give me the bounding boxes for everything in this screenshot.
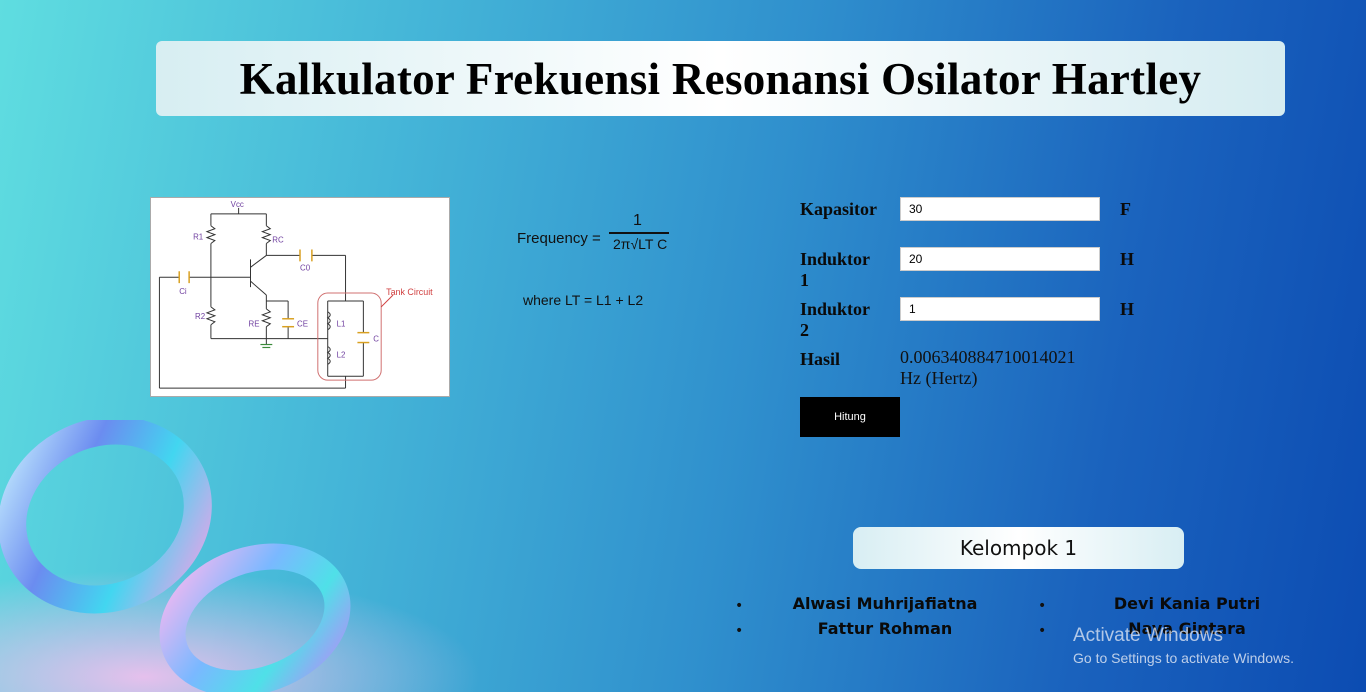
re-label: RE xyxy=(249,320,260,329)
group-title: Kelompok 1 xyxy=(959,536,1078,560)
vcc-label: Vcc xyxy=(231,200,244,209)
member-bullet: • xyxy=(735,623,744,639)
l1-label: L1 xyxy=(337,320,346,329)
induktor1-unit: H xyxy=(1120,249,1135,269)
member-name: Devi Kania Putri xyxy=(1113,594,1261,613)
c-label: C xyxy=(373,335,379,344)
hartley-circuit-diagram: Vcc R1 RC C0 Ci R2 RE CE L1 L2 C Tank Ci… xyxy=(150,197,450,397)
induktor2-unit: H xyxy=(1120,299,1135,319)
member-name: Alwasi Muhrijafiatna xyxy=(792,594,978,613)
page-title: Kalkulator Frekuensi Resonansi Osilator … xyxy=(239,53,1202,104)
induktor2-input[interactable] xyxy=(900,297,1100,321)
formula-denominator: 2π√LT C xyxy=(613,236,668,252)
formula-where: where LT = L1 + L2 xyxy=(523,292,644,308)
title-banner: Kalkulator Frekuensi Resonansi Osilator … xyxy=(156,41,1285,116)
kapasitor-unit: F xyxy=(1120,199,1131,219)
hasil-value: 0.006340884710014021 Hz (Hertz) xyxy=(900,347,1076,388)
fraction-bar xyxy=(609,232,669,234)
group-banner: Kelompok 1 xyxy=(853,527,1184,569)
kapasitor-input[interactable] xyxy=(900,197,1100,221)
rc-label: RC xyxy=(272,236,284,245)
member-bullet: • xyxy=(1038,623,1047,639)
r2-label: R2 xyxy=(195,312,205,321)
r1-label: R1 xyxy=(193,233,204,242)
member-bullet: • xyxy=(1038,598,1047,614)
activate-windows-watermark-subtitle: Go to Settings to activate Windows. xyxy=(1073,650,1294,666)
tank-circuit-label: Tank Circuit xyxy=(386,287,433,297)
hasil-label: Hasil xyxy=(800,349,841,369)
l2-label: L2 xyxy=(337,350,346,359)
ce-label: CE xyxy=(297,320,308,329)
ci-label: Ci xyxy=(179,287,187,296)
member-name: Fattur Rohman xyxy=(817,619,953,638)
kapasitor-label: Kapasitor xyxy=(800,199,878,219)
hitung-button[interactable]: Hitung xyxy=(800,397,900,437)
induktor1-input[interactable] xyxy=(900,247,1100,271)
induktor2-label: Induktor 2 xyxy=(800,299,870,340)
formula-numerator: 1 xyxy=(633,212,642,229)
member-bullet: • xyxy=(735,598,744,614)
frequency-formula: Frequency = 1 2π√LT C where LT = L1 + L2 xyxy=(515,210,685,320)
decorative-rings-graphic xyxy=(0,420,480,692)
induktor1-label: Induktor 1 xyxy=(800,249,870,290)
activate-windows-watermark-title: Activate Windows xyxy=(1073,625,1223,646)
frequency-label: Frequency = xyxy=(517,230,601,247)
c0-label: C0 xyxy=(300,263,311,272)
